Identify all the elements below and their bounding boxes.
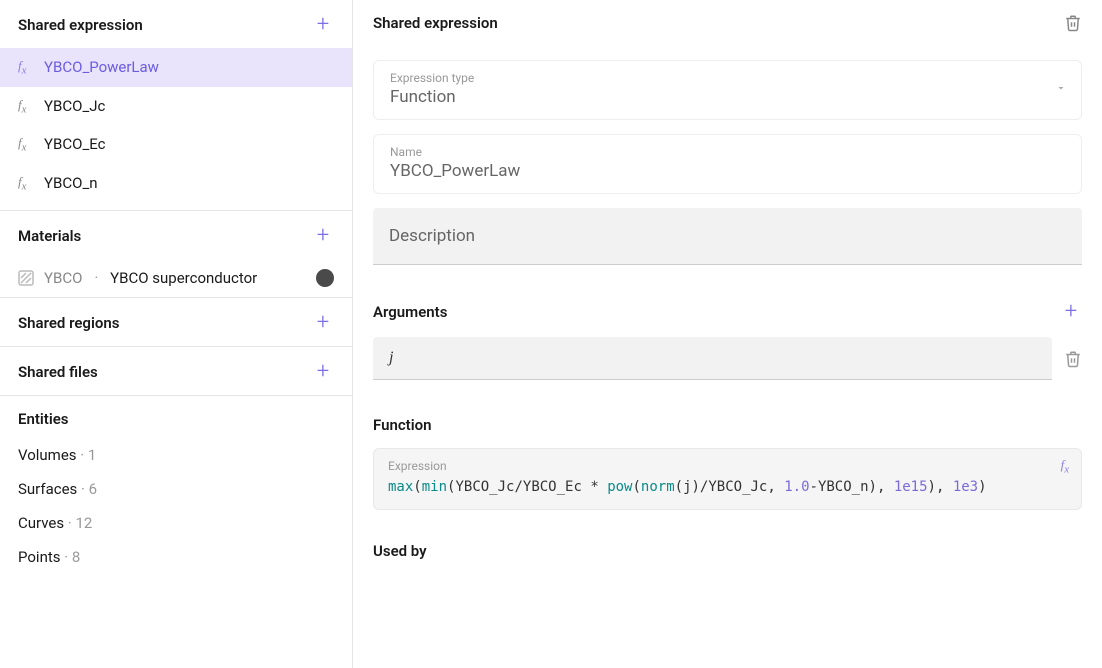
entity-row[interactable]: Surfaces · 6 xyxy=(0,472,352,506)
expression-item[interactable]: fx YBCO_Ec xyxy=(0,125,352,164)
chevron-down-icon xyxy=(1055,82,1067,98)
delete-button[interactable] xyxy=(1064,14,1082,32)
material-swatch xyxy=(316,269,334,287)
expression-item-label: YBCO_PowerLaw xyxy=(44,58,159,76)
entity-label: Volumes xyxy=(18,446,77,464)
expression-type-value: Function xyxy=(390,87,1065,107)
arguments-list: j xyxy=(373,337,1082,380)
expression-item-label: YBCO_n xyxy=(44,174,98,192)
arguments-header: Arguments + xyxy=(373,301,1082,323)
entity-count: · 8 xyxy=(64,548,80,566)
materials-section: Materials + YBCO·YBCO superconductor xyxy=(0,211,352,298)
expression-list: fxYBCO_PowerLawfxYBCO_JcfxYBCO_EcfxYBCO_… xyxy=(0,48,352,210)
argument-row: j xyxy=(373,337,1082,380)
expression-item[interactable]: fx YBCO_n xyxy=(0,164,352,203)
add-argument-button[interactable]: + xyxy=(1060,301,1082,323)
entities-list: Volumes · 1Surfaces · 6Curves · 12Points… xyxy=(0,438,352,574)
shared-expression-section: Shared expression + fxYBCO_PowerLawfxYBC… xyxy=(0,0,352,211)
trash-icon xyxy=(1064,14,1082,32)
name-field[interactable]: Name YBCO_PowerLaw xyxy=(373,134,1082,194)
material-desc: YBCO superconductor xyxy=(110,269,257,287)
shared-files-title: Shared files xyxy=(18,363,98,381)
entities-title: Entities xyxy=(0,396,352,438)
materials-title: Materials xyxy=(18,227,81,245)
material-icon xyxy=(18,270,34,286)
function-title: Function xyxy=(373,416,1082,434)
expression-item-label: YBCO_Ec xyxy=(44,135,105,153)
shared-expression-title: Shared expression xyxy=(18,16,143,34)
expression-item[interactable]: fx YBCO_PowerLaw xyxy=(0,48,352,87)
material-name: YBCO xyxy=(44,269,82,287)
entity-row[interactable]: Points · 8 xyxy=(0,540,352,574)
name-value: YBCO_PowerLaw xyxy=(390,161,1065,181)
fx-icon: fx xyxy=(1061,457,1069,476)
expression-item-label: YBCO_Jc xyxy=(44,97,105,115)
expression-item[interactable]: fx YBCO_Jc xyxy=(0,87,352,126)
entity-label: Curves xyxy=(18,514,64,532)
shared-regions-title: Shared regions xyxy=(18,314,119,332)
sidebar: Shared expression + fxYBCO_PowerLawfxYBC… xyxy=(0,0,353,668)
entity-row[interactable]: Volumes · 1 xyxy=(0,438,352,472)
add-expression-button[interactable]: + xyxy=(312,14,334,36)
argument-input[interactable]: j xyxy=(373,337,1052,380)
add-file-button[interactable]: + xyxy=(312,361,334,383)
entity-count: · 1 xyxy=(80,446,96,464)
materials-header: Materials + xyxy=(0,211,352,259)
name-label: Name xyxy=(390,145,1065,159)
material-item[interactable]: YBCO·YBCO superconductor xyxy=(0,259,352,297)
description-input[interactable]: Description xyxy=(373,208,1082,265)
used-by-title: Used by xyxy=(373,542,1082,560)
add-material-button[interactable]: + xyxy=(312,225,334,247)
entity-count: · 6 xyxy=(81,480,97,498)
fx-icon: fx xyxy=(18,97,34,116)
expression-label: Expression xyxy=(388,459,1067,473)
expression-code: max(min(YBCO_Jc/YBCO_Ec * pow(norm(j)/YB… xyxy=(388,479,1067,495)
entity-label: Surfaces xyxy=(18,480,77,498)
entity-label: Points xyxy=(18,548,61,566)
materials-list: YBCO·YBCO superconductor xyxy=(0,259,352,297)
expression-type-field[interactable]: Expression type Function xyxy=(373,60,1082,120)
add-region-button[interactable]: + xyxy=(312,312,334,334)
entities-section: Entities Volumes · 1Surfaces · 6Curves ·… xyxy=(0,396,352,582)
delete-argument-button[interactable] xyxy=(1064,350,1082,368)
entity-row[interactable]: Curves · 12 xyxy=(0,506,352,540)
expression-type-label: Expression type xyxy=(390,71,1065,85)
main-panel: Shared expression Expression type Functi… xyxy=(353,0,1102,668)
arguments-title: Arguments xyxy=(373,303,447,321)
entity-count: · 12 xyxy=(68,514,93,532)
main-header: Shared expression xyxy=(373,14,1082,32)
shared-regions-section: Shared regions + xyxy=(0,298,352,347)
fx-icon: fx xyxy=(18,135,34,154)
fx-icon: fx xyxy=(18,174,34,193)
shared-files-section: Shared files + xyxy=(0,347,352,396)
fx-icon: fx xyxy=(18,58,34,77)
expression-box[interactable]: Expression fx max(min(YBCO_Jc/YBCO_Ec * … xyxy=(373,448,1082,510)
trash-icon xyxy=(1064,350,1082,368)
page-title: Shared expression xyxy=(373,14,498,32)
shared-expression-header: Shared expression + xyxy=(0,0,352,48)
shared-regions-header: Shared regions + xyxy=(0,298,352,346)
shared-files-header: Shared files + xyxy=(0,347,352,395)
